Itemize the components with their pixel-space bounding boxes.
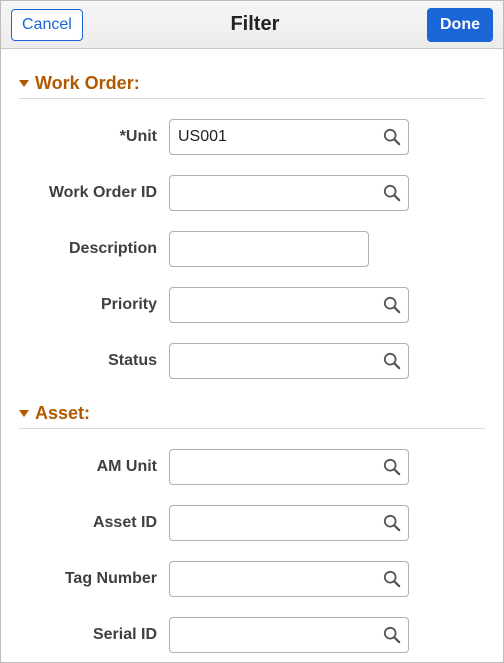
serial-id-input[interactable] [169, 617, 409, 653]
search-icon[interactable] [381, 350, 403, 372]
search-icon[interactable] [381, 624, 403, 646]
am-unit-input[interactable] [169, 449, 409, 485]
label-tag-number: Tag Number [19, 570, 169, 588]
section-header-asset[interactable]: Asset: [19, 399, 485, 429]
tag-number-input[interactable] [169, 561, 409, 597]
caret-down-icon [19, 80, 29, 87]
section-header-work-order[interactable]: Work Order: [19, 69, 485, 99]
label-am-unit: AM Unit [19, 458, 169, 476]
work-order-id-input[interactable] [169, 175, 409, 211]
section-title-asset: Asset: [35, 403, 90, 424]
label-status: Status [19, 352, 169, 370]
search-icon[interactable] [381, 126, 403, 148]
asset-id-input[interactable] [169, 505, 409, 541]
dialog-title: Filter [230, 13, 279, 36]
search-icon[interactable] [381, 182, 403, 204]
dialog-header: Cancel Filter Done [1, 1, 503, 49]
done-button[interactable]: Done [427, 8, 493, 42]
priority-input[interactable] [169, 287, 409, 323]
unit-input[interactable] [169, 119, 409, 155]
label-description: Description [19, 240, 169, 258]
label-work-order-id: Work Order ID [19, 184, 169, 202]
section-title-work-order: Work Order: [35, 73, 140, 94]
scroll-area[interactable]: Work Order: *Unit Work Order ID [1, 49, 503, 662]
label-asset-id: Asset ID [19, 514, 169, 532]
search-icon[interactable] [381, 294, 403, 316]
label-serial-id: Serial ID [19, 626, 169, 644]
description-input[interactable] [169, 231, 369, 267]
caret-down-icon [19, 410, 29, 417]
filter-dialog: Cancel Filter Done Work Order: *Unit W [0, 0, 504, 663]
status-input[interactable] [169, 343, 409, 379]
label-unit: *Unit [19, 128, 169, 146]
search-icon[interactable] [381, 456, 403, 478]
cancel-button[interactable]: Cancel [11, 9, 83, 41]
label-priority: Priority [19, 296, 169, 314]
search-icon[interactable] [381, 512, 403, 534]
search-icon[interactable] [381, 568, 403, 590]
